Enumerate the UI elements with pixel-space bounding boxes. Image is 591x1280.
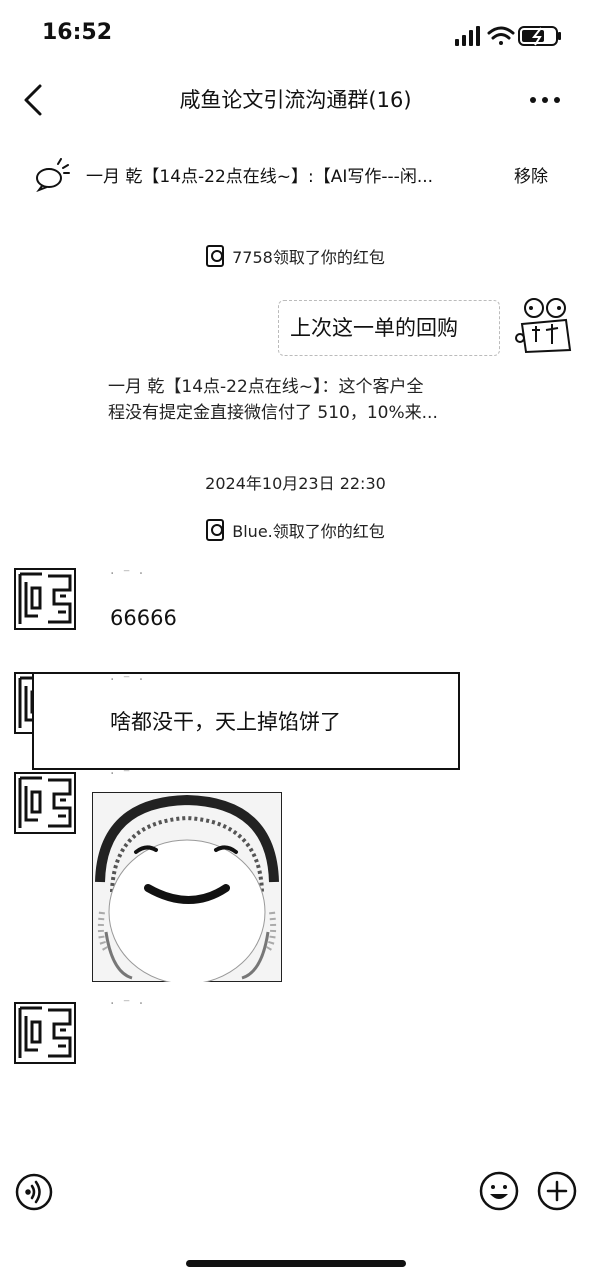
system-message-text: 7758领取了你的红包 <box>232 248 385 267</box>
self-avatar[interactable] <box>512 294 576 358</box>
wifi-icon <box>487 26 515 45</box>
red-packet-icon <box>206 519 225 541</box>
more-button[interactable] <box>527 86 563 114</box>
system-message-text: Blue.领取了你的红包 <box>232 522 385 541</box>
pinned-remove-button[interactable]: 移除 <box>514 162 548 187</box>
quoted-message[interactable]: 一月 乾【14点-22点在线~】：这个客户全 程没有提定金直接微信付了 510，… <box>108 374 488 426</box>
voice-button[interactable] <box>14 1172 54 1212</box>
plus-icon <box>537 1171 577 1211</box>
sender-name: · ⁻ · <box>110 672 146 688</box>
sender-name: · ⁻ · <box>110 996 146 1012</box>
sender-name: · ⁻ · <box>110 566 146 582</box>
signal-icon <box>455 26 480 46</box>
quoted-message-line-1: 一月 乾【14点-22点在线~】：这个客户全 <box>108 377 424 397</box>
system-message-red-packet: Blue.领取了你的红包 <box>0 518 591 542</box>
quoted-message-line-2: 程没有提定金直接微信付了 510，10%来... <box>108 403 438 423</box>
member-avatar[interactable] <box>14 1002 76 1064</box>
emoji-button[interactable] <box>478 1170 520 1212</box>
voice-icon <box>15 1173 53 1211</box>
message-text[interactable]: 啥都没干，天上掉馅饼了 <box>110 706 341 736</box>
home-indicator <box>186 1260 406 1267</box>
emoji-icon <box>479 1171 519 1211</box>
red-packet-icon <box>206 245 225 267</box>
member-avatar[interactable] <box>14 772 76 834</box>
message-text[interactable]: 66666 <box>110 606 177 630</box>
sender-name: · ⁻ <box>110 766 133 782</box>
plus-button[interactable] <box>536 1170 578 1212</box>
self-message-text: 上次这一单的回购 <box>290 316 458 340</box>
timestamp: 2024年10月23日 22:30 <box>205 474 386 493</box>
announcement-icon <box>36 158 70 192</box>
status-icons <box>455 26 561 46</box>
more-dots-icon <box>530 97 560 103</box>
member-avatar[interactable] <box>14 568 76 630</box>
pinned-message-text[interactable]: 一月 乾【14点-22点在线~】:【AI写作---闲... <box>86 162 488 187</box>
chat-title: 咸鱼论文引流沟通群(16) <box>179 88 412 112</box>
battery-icon <box>518 26 561 46</box>
system-message-red-packet: 7758领取了你的红包 <box>0 244 591 268</box>
sticker-image[interactable] <box>92 792 282 982</box>
status-time: 16:52 <box>42 20 113 45</box>
